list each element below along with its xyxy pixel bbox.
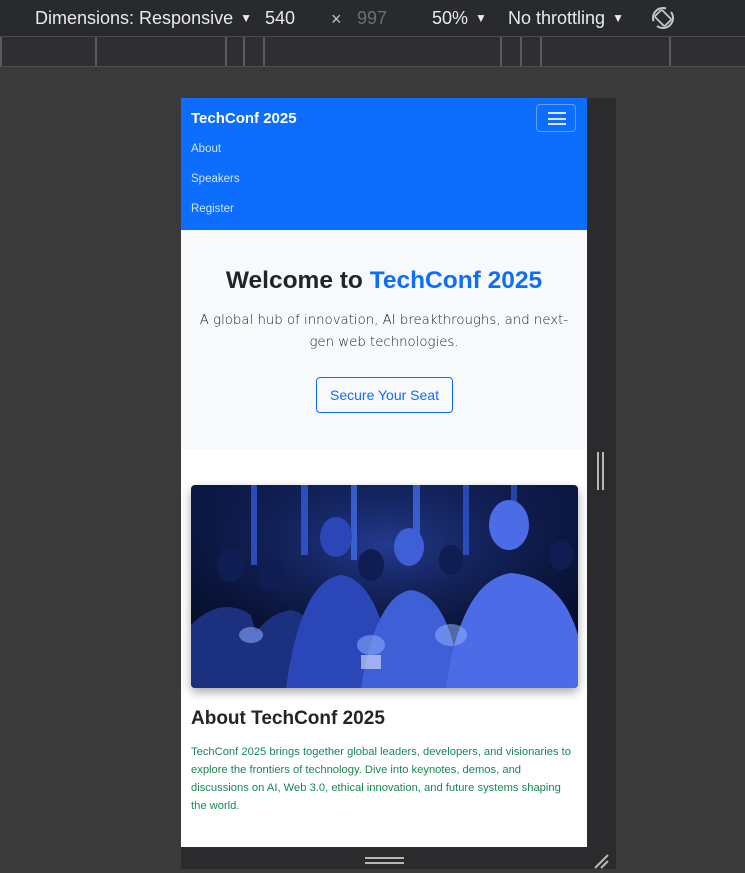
navbar-toggler-button[interactable] [536,104,576,132]
nav-link-register[interactable]: Register [191,203,234,215]
ruler-tick [520,37,522,66]
ruler-tick [500,37,502,66]
hero-subtitle: A global hub of innovation, AI breakthro… [199,313,569,350]
secure-seat-button[interactable]: Secure Your Seat [316,377,453,413]
ruler-tick [263,37,265,66]
nav-link-speakers[interactable]: Speakers [191,173,240,185]
height-input[interactable]: 997 [357,8,387,29]
hamburger-icon [548,123,566,125]
device-viewport: TechConf 2025 About Speakers Register We… [181,98,587,847]
site-navbar: TechConf 2025 About Speakers Register [181,98,587,230]
dimensions-dropdown[interactable]: Dimensions: Responsive ▼ [35,8,252,29]
hero-title-prefix: Welcome to [225,267,370,294]
chevron-down-icon: ▼ [475,11,487,25]
hero-section: Welcome to TechConf 2025 A global hub of… [181,230,587,449]
nav-link-about[interactable]: About [191,143,221,155]
navbar-brand[interactable]: TechConf 2025 [191,110,297,127]
times-separator: × [331,9,342,29]
zoom-label: 50% [432,8,469,28]
corner-resize-icon[interactable] [591,851,609,869]
chevron-down-icon: ▼ [240,11,252,25]
ruler-tick [540,37,542,66]
resize-handle-vertical-icon[interactable] [597,452,604,490]
zoom-dropdown[interactable]: 50% ▼ [432,8,487,29]
ruler-tick [225,37,227,66]
throttling-dropdown[interactable]: No throttling ▼ [508,8,624,29]
about-title: About TechConf 2025 [191,708,385,729]
dimensions-label: Dimensions: Responsive [35,8,234,28]
ruler-tick [95,37,97,66]
ruler-tick [669,37,671,66]
hamburger-icon [548,117,566,120]
media-query-ruler[interactable] [0,37,745,67]
devtools-device-toolbar: Dimensions: Responsive ▼ 540 × 997 50% ▼ N… [0,0,745,37]
resize-handle-horizontal-icon[interactable] [365,857,404,864]
width-input[interactable]: 540 [265,8,295,29]
hero-title-accent: TechConf 2025 [369,267,543,294]
hero-title: Welcome to TechConf 2025 [181,267,587,295]
ruler-tick [0,37,2,66]
throttling-label: No throttling [508,8,606,28]
conference-audience-photo [191,485,578,688]
chevron-down-icon: ▼ [612,11,624,25]
about-description: TechConf 2025 brings together global lea… [191,746,571,812]
rotate-icon[interactable] [650,5,676,31]
hamburger-icon [548,112,566,114]
ruler-tick [243,37,245,66]
